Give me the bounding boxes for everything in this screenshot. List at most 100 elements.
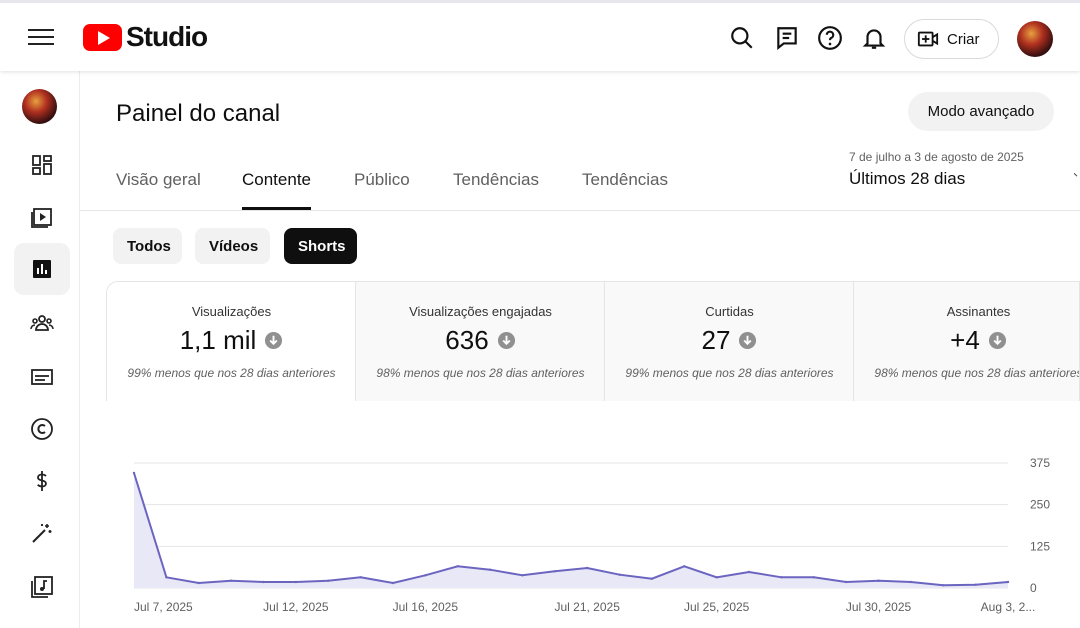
- metric-comparison: 98% menos que nos 28 dias anteriores: [874, 366, 1080, 380]
- account-avatar[interactable]: [1017, 21, 1053, 57]
- data-point[interactable]: [844, 580, 848, 584]
- data-point[interactable]: [456, 565, 459, 568]
- logo-text: Studio: [126, 21, 208, 52]
- x-tick-label: Jul 7, 2025: [134, 600, 193, 614]
- x-tick-label: Jul 16, 2025: [393, 600, 459, 614]
- y-tick-label: 125: [1030, 539, 1050, 553]
- date-range[interactable]: 7 de julho a 3 de agosto de 2025: [849, 150, 1024, 164]
- channel-avatar[interactable]: [22, 89, 57, 124]
- metric-label: Assinantes: [946, 304, 1011, 319]
- data-point[interactable]: [683, 565, 686, 568]
- sidebar-item-customization[interactable]: [14, 507, 70, 559]
- data-point[interactable]: [391, 581, 395, 585]
- data-point[interactable]: [650, 577, 654, 580]
- tab-content[interactable]: Contente: [242, 170, 311, 210]
- metric-value-text: 1,1 mil: [179, 325, 257, 355]
- tab-overview[interactable]: Visão geral: [116, 170, 201, 210]
- data-point[interactable]: [909, 580, 913, 584]
- data-point[interactable]: [132, 471, 136, 475]
- x-tick-label: Jul 12, 2025: [263, 600, 329, 614]
- data-point[interactable]: [488, 568, 492, 571]
- metric-comparison: 98% menos que nos 28 dias anteriores: [376, 366, 585, 380]
- content-icon: [31, 208, 52, 228]
- period-selector[interactable]: Últimos 28 dias: [849, 169, 965, 189]
- sidebar-item-subtitles[interactable]: [14, 351, 70, 403]
- data-point[interactable]: [327, 579, 330, 582]
- tab-trends-2[interactable]: Tendências: [582, 170, 668, 210]
- metric-value: 1,1 mil: [107, 325, 356, 356]
- sidebar: [0, 71, 80, 628]
- arrow-down-icon: [739, 331, 757, 350]
- metric-card-engaged-views[interactable]: Visualizações engajadas 636 98% menos qu…: [356, 282, 605, 401]
- y-tick-label: 250: [1030, 498, 1050, 512]
- sidebar-item-community[interactable]: [14, 297, 70, 349]
- data-point[interactable]: [197, 581, 200, 585]
- x-tick-label: Jul 25, 2025: [684, 600, 750, 614]
- data-point[interactable]: [942, 584, 945, 587]
- data-point[interactable]: [229, 579, 233, 582]
- data-point[interactable]: [165, 576, 168, 579]
- sidebar-item-dashboard[interactable]: [14, 139, 70, 191]
- tabs-divider: [80, 210, 1080, 211]
- data-point[interactable]: [424, 574, 427, 577]
- data-point[interactable]: [262, 580, 265, 584]
- sidebar-item-content[interactable]: [14, 191, 70, 243]
- tab-trends[interactable]: Tendências: [453, 170, 539, 210]
- data-point[interactable]: [618, 573, 621, 576]
- arrow-down-icon: [988, 331, 1006, 350]
- studio-logo[interactable]: Studio: [83, 21, 208, 53]
- data-point[interactable]: [780, 576, 783, 579]
- metric-comparison: 99% menos que nos 28 dias anteriores: [625, 366, 834, 380]
- analytics-icon: [33, 260, 51, 278]
- youtube-logo-icon: [83, 23, 122, 51]
- dashboard-icon: [32, 155, 52, 175]
- chevron-down-icon[interactable]: [1074, 170, 1080, 180]
- customization-icon: [32, 524, 52, 543]
- subtitles-icon: [31, 369, 53, 385]
- top-bar: Studio Criar: [0, 0, 1080, 71]
- data-point[interactable]: [877, 579, 880, 582]
- community-icon: [30, 315, 54, 331]
- advanced-mode-button[interactable]: Modo avançado: [908, 92, 1054, 131]
- earn-icon: [37, 471, 47, 491]
- metric-value: 27: [605, 325, 854, 356]
- data-point[interactable]: [974, 583, 977, 586]
- data-point[interactable]: [521, 574, 524, 577]
- comments-icon[interactable]: [774, 25, 800, 51]
- x-tick-label: Jul 21, 2025: [554, 600, 620, 614]
- data-point[interactable]: [715, 576, 718, 579]
- filter-shorts[interactable]: Shorts: [284, 228, 357, 264]
- metric-value: +4: [854, 325, 1079, 356]
- copyright-icon: [31, 418, 53, 440]
- data-point[interactable]: [586, 566, 589, 570]
- metric-label: Visualizações: [191, 304, 272, 319]
- metric-card-likes[interactable]: Curtidas 27 99% menos que nos 28 dias an…: [605, 282, 854, 401]
- metric-card-views[interactable]: Visualizações 1,1 mil 99% menos que nos …: [107, 282, 356, 401]
- metric-card-subscribers[interactable]: Assinantes +4 98% menos que nos 28 dias …: [854, 282, 1080, 401]
- sidebar-item-audio-library[interactable]: [14, 561, 70, 613]
- data-point[interactable]: [812, 576, 815, 579]
- sidebar-item-earn[interactable]: [14, 455, 70, 507]
- data-point[interactable]: [553, 570, 556, 573]
- area-fill: [134, 473, 1008, 588]
- create-button[interactable]: Criar: [904, 19, 999, 59]
- help-icon[interactable]: [817, 25, 843, 51]
- tab-audience[interactable]: Público: [354, 170, 410, 210]
- data-point[interactable]: [1006, 580, 1010, 584]
- menu-icon[interactable]: [28, 25, 54, 47]
- search-icon[interactable]: [729, 25, 755, 51]
- data-point[interactable]: [359, 576, 362, 579]
- data-point[interactable]: [747, 570, 751, 574]
- sidebar-item-analytics[interactable]: [14, 243, 70, 295]
- x-tick-label: Aug 3, 2...: [981, 600, 1036, 614]
- audio-library-icon: [31, 576, 53, 598]
- arrow-down-icon: [497, 331, 515, 350]
- filter-all[interactable]: Todos: [113, 228, 182, 264]
- filter-videos[interactable]: Vídeos: [195, 228, 270, 264]
- metric-value-text: 27: [701, 325, 731, 355]
- metric-label: Curtidas: [705, 304, 754, 319]
- data-point[interactable]: [294, 580, 298, 584]
- arrow-down-icon: [265, 331, 283, 350]
- notifications-icon[interactable]: [861, 25, 887, 51]
- sidebar-item-copyright[interactable]: [14, 403, 70, 455]
